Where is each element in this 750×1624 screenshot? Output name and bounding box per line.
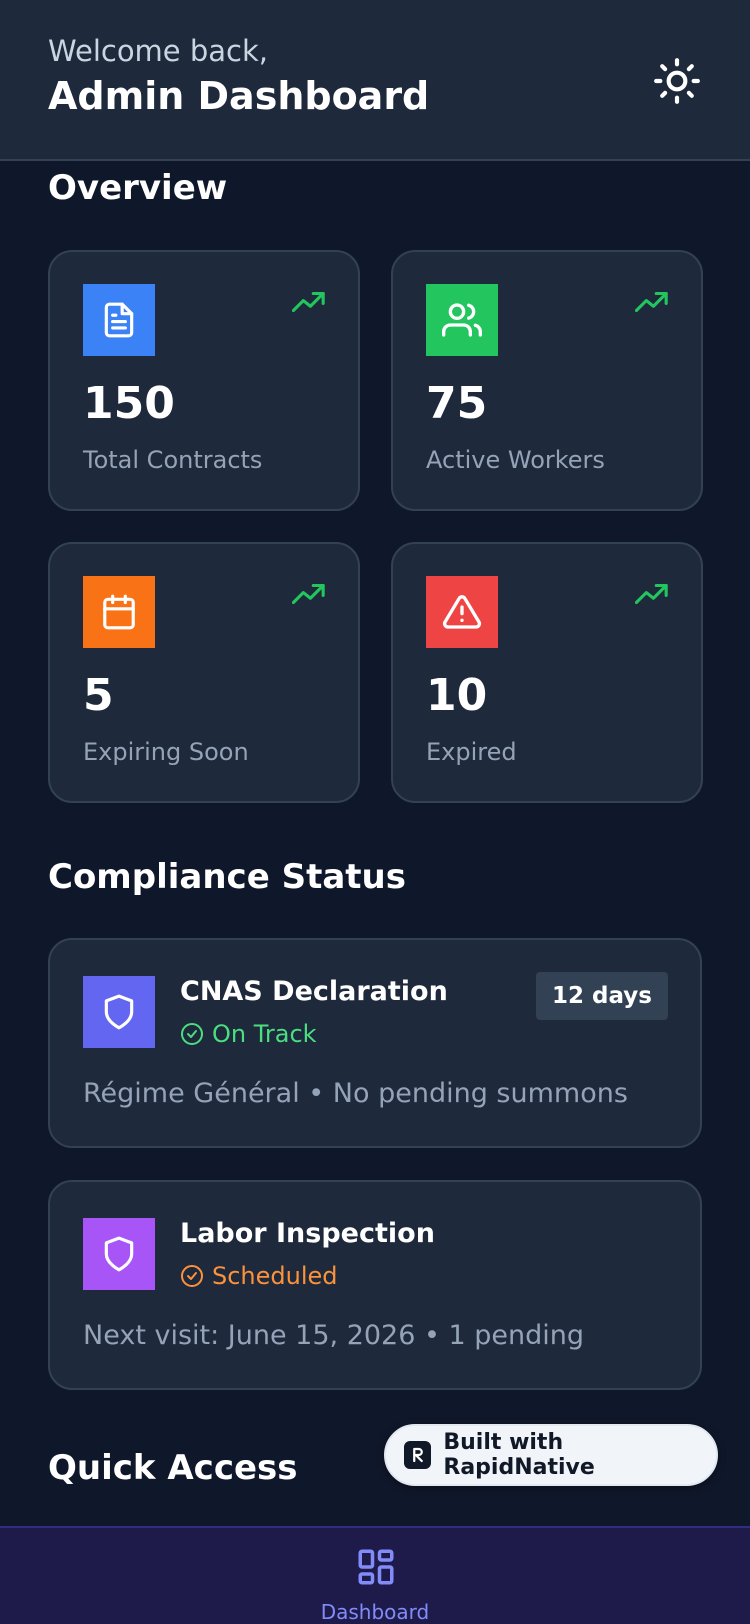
compliance-description: Next visit: June 15, 2026 • 1 pending (83, 1320, 585, 1351)
compliance-card-labor-inspection[interactable]: Labor Inspection Scheduled Next visit: J… (48, 1180, 702, 1390)
compliance-status: On Track (180, 1020, 317, 1048)
compliance-status-label: Scheduled (212, 1262, 338, 1290)
trend-up-icon (292, 583, 325, 605)
sun-icon (654, 58, 700, 104)
stat-value: 150 (83, 378, 175, 429)
stat-label: Total Contracts (83, 446, 263, 474)
compliance-status: Scheduled (180, 1262, 338, 1290)
shield-icon (104, 1236, 134, 1272)
compliance-title-text: Labor Inspection (180, 1218, 435, 1249)
header: Welcome back, Admin Dashboard (0, 0, 750, 161)
stat-icon-box (83, 284, 155, 356)
built-with-badge[interactable]: Built with RapidNative (384, 1424, 718, 1486)
trend-up-icon (635, 291, 668, 313)
overview-title: Overview (48, 168, 228, 208)
grid-icon (358, 1549, 394, 1585)
check-circle-icon (181, 1023, 203, 1045)
compliance-icon-box (83, 1218, 155, 1290)
compliance-status-label: On Track (212, 1020, 317, 1048)
stat-card-expired[interactable]: 10 Expired (391, 542, 703, 803)
trend-up-icon (635, 583, 668, 605)
compliance-icon-box (83, 976, 155, 1048)
check-circle-icon (181, 1265, 203, 1287)
nav-item-dashboard[interactable]: Dashboard (300, 1528, 450, 1624)
document-icon (104, 302, 134, 338)
built-with-label: Built with RapidNative (443, 1430, 595, 1480)
rapidnative-logo-icon (404, 1441, 432, 1469)
stat-icon-box (426, 576, 498, 648)
compliance-title: Compliance Status (48, 857, 406, 897)
welcome-text: Welcome back, (48, 34, 269, 68)
compliance-card-cnas[interactable]: CNAS Declaration On Track 12 days Régime… (48, 938, 702, 1148)
stat-card-active-workers[interactable]: 75 Active Workers (391, 250, 703, 511)
trend-up-icon (292, 291, 325, 313)
stat-value: 10 (426, 670, 488, 721)
shield-icon (104, 994, 134, 1030)
app-root: Welcome back, Admin Dashboard Overview 1… (0, 0, 750, 1624)
theme-toggle-button[interactable] (652, 56, 702, 106)
days-badge: 12 days (536, 972, 668, 1020)
stat-card-total-contracts[interactable]: 150 Total Contracts (48, 250, 360, 511)
calendar-icon (103, 594, 135, 630)
compliance-title-text: CNAS Declaration (180, 976, 448, 1007)
stat-label: Active Workers (426, 446, 605, 474)
stat-label: Expiring Soon (83, 738, 249, 766)
page-title: Admin Dashboard (48, 74, 430, 118)
stat-card-expiring-soon[interactable]: 5 Expiring Soon (48, 542, 360, 803)
stat-icon-box (83, 576, 155, 648)
stat-value: 75 (426, 378, 488, 429)
users-icon (442, 303, 482, 337)
stat-icon-box (426, 284, 498, 356)
warning-icon (442, 595, 482, 629)
compliance-description: Régime Général • No pending summons (83, 1078, 628, 1109)
stat-label: Expired (426, 738, 517, 766)
nav-label: Dashboard (320, 1600, 430, 1624)
quick-access-title: Quick Access (48, 1448, 298, 1488)
bottom-nav: Dashboard (0, 1526, 750, 1624)
stat-value: 5 (83, 670, 114, 721)
